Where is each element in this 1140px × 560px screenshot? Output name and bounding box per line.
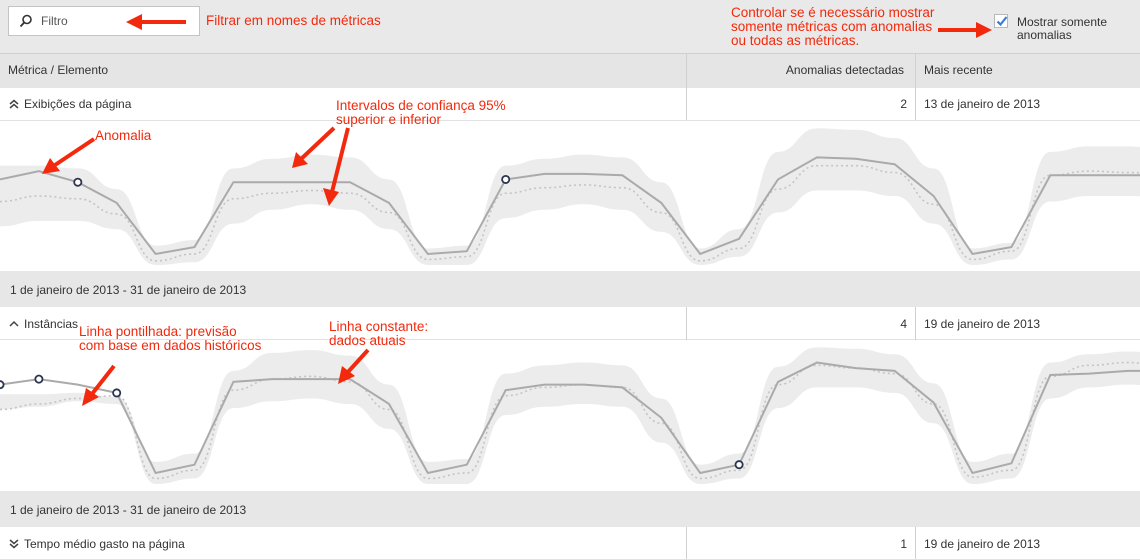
metric-name: Exibições da página — [24, 97, 132, 111]
latest-date: 19 de janeiro de 2013 — [924, 537, 1041, 551]
anomaly-marker — [734, 460, 744, 470]
collapse-chevron-icon[interactable] — [8, 319, 20, 329]
anomalies-only-label[interactable]: Mostrar somente anomalias — [1017, 16, 1127, 42]
anomaly-count: 2 — [900, 97, 907, 111]
column-divider — [915, 527, 916, 559]
column-header-latest[interactable]: Mais recente — [924, 63, 993, 77]
anomalies-only-checkbox[interactable] — [994, 14, 1008, 28]
confidence-annotation: Intervalos de confiança 95% superior e i… — [336, 98, 506, 127]
column-divider — [686, 527, 687, 559]
filter-annotation-arrow — [126, 14, 186, 30]
metric-name: Instâncias — [24, 317, 79, 331]
latest-date: 19 de janeiro de 2013 — [924, 317, 1041, 331]
filter-annotation: Filtrar em nomes de métricas — [206, 13, 381, 28]
anomaly-marker — [0, 380, 5, 390]
anomaly-count: 4 — [900, 317, 907, 331]
search-icon — [19, 14, 32, 28]
column-divider — [686, 307, 687, 340]
column-divider — [915, 307, 916, 340]
anomaly-count: 1 — [900, 537, 907, 551]
date-range: 1 de janeiro de 2013 - 31 de janeiro de … — [10, 283, 247, 297]
anomaly-annotation-arrow — [42, 137, 96, 174]
solid-line-annotation: Linha constante: dados atuais — [329, 319, 429, 348]
toggle-annotation: Controlar se é necessário mostrar soment… — [731, 5, 935, 48]
column-divider — [686, 54, 687, 88]
latest-date: 13 de janeiro de 2013 — [924, 97, 1041, 111]
column-header-metric[interactable]: Métrica / Elemento — [8, 63, 108, 77]
confidence-band — [0, 347, 1140, 484]
anomaly-marker — [73, 177, 83, 187]
anomaly-annotation: Anomalia — [95, 128, 152, 143]
column-divider — [915, 88, 916, 120]
anomaly-chart — [0, 128, 1140, 265]
column-header-anomalies[interactable]: Anomalias detectadas — [700, 63, 904, 77]
toggle-annotation-arrow — [938, 22, 992, 38]
anomaly-marker — [501, 174, 511, 184]
dotted-line-annotation: Linha pontilhada: previsão com base em d… — [79, 324, 262, 353]
metric-name: Tempo médio gasto na página — [24, 537, 185, 551]
column-divider — [915, 54, 916, 88]
collapse-chevron-icon[interactable] — [8, 98, 20, 110]
date-range: 1 de janeiro de 2013 - 31 de janeiro de … — [10, 503, 247, 517]
anomaly-chart — [0, 347, 1140, 484]
dotted-line-arrow — [82, 364, 116, 406]
checkmark-icon — [996, 16, 1008, 27]
confidence-lower-arrow — [323, 127, 350, 206]
anomaly-marker — [34, 374, 44, 384]
confidence-band — [0, 128, 1140, 265]
expand-chevron-icon[interactable] — [8, 538, 20, 550]
solid-line-arrow — [338, 348, 370, 384]
column-divider — [686, 88, 687, 120]
